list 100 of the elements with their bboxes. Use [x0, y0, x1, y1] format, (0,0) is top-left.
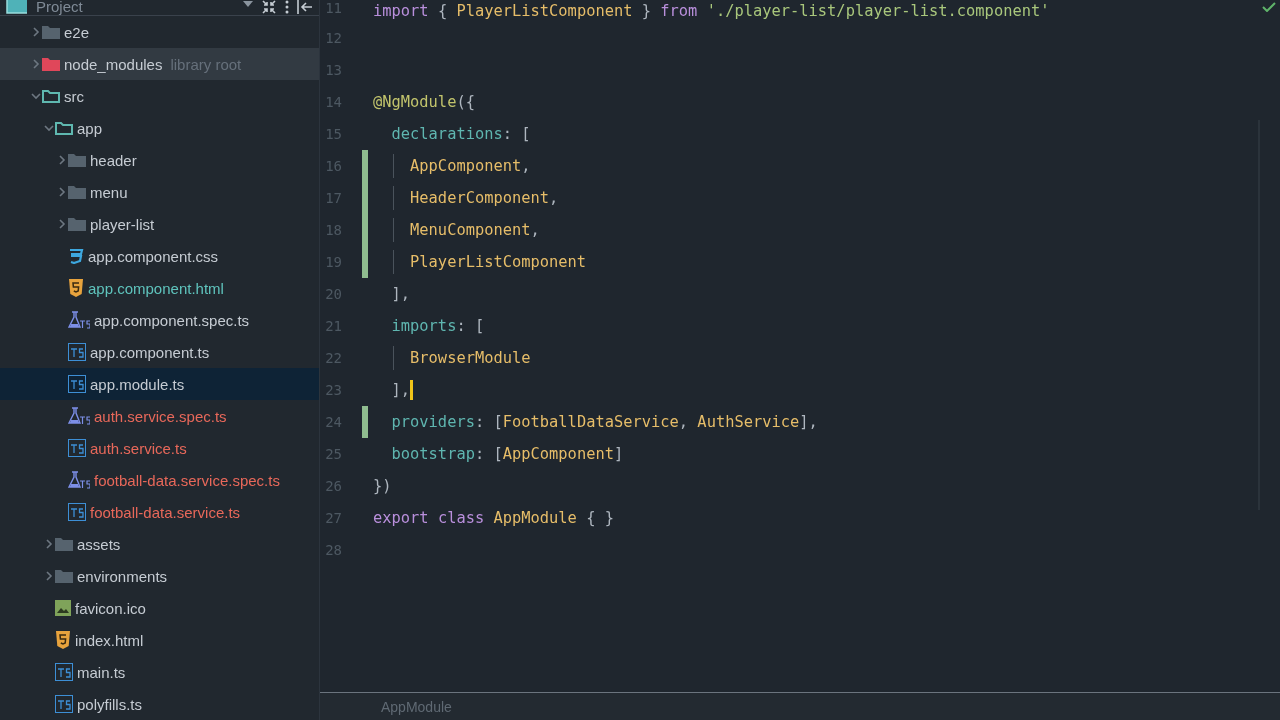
- chevron-right-icon[interactable]: [57, 219, 67, 229]
- code-token: AppModule: [492, 509, 577, 527]
- tree-item[interactable]: node_modules library root: [0, 48, 319, 80]
- item-label: football-data.service.spec.ts: [94, 471, 280, 489]
- code-token: ,: [521, 157, 531, 175]
- item-label: app.component.ts: [90, 343, 210, 361]
- code-token: ,: [530, 221, 540, 239]
- code-token: {: [436, 2, 449, 20]
- item-label: app: [77, 119, 103, 137]
- code-token: ({: [456, 93, 475, 111]
- code-token: ],: [390, 381, 411, 399]
- item-label: player-list: [90, 215, 155, 233]
- code-token: ]: [613, 445, 624, 463]
- test-file-icon: [68, 471, 90, 489]
- chevron-right-icon[interactable]: [44, 571, 54, 581]
- html-file-icon: [55, 631, 71, 649]
- item-label: polyfills.ts: [77, 695, 143, 713]
- chevron-down-icon[interactable]: [44, 123, 54, 133]
- tree-item[interactable]: app.component.spec.ts: [0, 304, 319, 336]
- code-token: PlayerListComponent: [409, 253, 587, 271]
- code-token: ],: [390, 285, 411, 303]
- tree-item[interactable]: polyfills.ts: [0, 688, 319, 720]
- html-file-icon: [68, 279, 84, 297]
- tree-item[interactable]: main.ts: [0, 656, 319, 688]
- tree-item[interactable]: e2e: [0, 16, 319, 48]
- ts-file-icon: [55, 695, 73, 713]
- item-label: app.component.css: [88, 247, 219, 265]
- tree-item[interactable]: app.component.html: [0, 272, 319, 304]
- folder-icon: [42, 89, 60, 103]
- chevron-down-icon[interactable]: [31, 91, 41, 101]
- tree-item[interactable]: auth.service.ts: [0, 432, 319, 464]
- item-label: app.component.spec.ts: [94, 311, 250, 329]
- item-label: main.ts: [77, 663, 126, 681]
- ts-file-icon: [68, 503, 86, 521]
- item-label: e2e: [64, 23, 90, 41]
- code-token: MenuComponent: [409, 221, 531, 239]
- item-label: index.html: [75, 631, 144, 649]
- code-token: ,: [678, 413, 690, 431]
- folder-icon: [68, 153, 86, 167]
- code-token: FootballDataService: [502, 413, 679, 431]
- code-token: }: [640, 2, 653, 20]
- code-token: class: [436, 509, 485, 527]
- item-label: environments: [77, 567, 168, 585]
- tree-item[interactable]: environments: [0, 560, 319, 592]
- code-token: AppComponent: [502, 445, 614, 463]
- code-token: @NgModule: [373, 93, 457, 111]
- tree-item[interactable]: menu: [0, 176, 319, 208]
- chevron-right-icon[interactable]: [44, 539, 54, 549]
- tree-item[interactable]: app.module.ts: [0, 368, 319, 400]
- code-token: ,: [549, 189, 559, 207]
- folder-icon: [68, 185, 86, 199]
- chevron-right-icon[interactable]: [57, 155, 67, 165]
- more-icon[interactable]: [285, 0, 289, 14]
- image-file-icon: [55, 600, 71, 616]
- code-token: imports: [390, 317, 457, 335]
- code-token: AuthService: [697, 413, 800, 431]
- code-token: : [: [502, 125, 531, 143]
- item-label: node_modules: [64, 55, 163, 73]
- collapse-icon[interactable]: [261, 0, 277, 14]
- hide-panel-icon[interactable]: [297, 0, 313, 14]
- folder-icon: [55, 569, 73, 583]
- tree-item[interactable]: src: [0, 80, 319, 112]
- tree-item[interactable]: app.component.css: [0, 240, 319, 272]
- item-label: favicon.ico: [75, 599, 146, 617]
- code-token: : [: [474, 413, 503, 431]
- tree-item[interactable]: player-list: [0, 208, 319, 240]
- chevron-right-icon[interactable]: [31, 27, 41, 37]
- code-token: : [: [474, 445, 503, 463]
- panel-title[interactable]: Project: [36, 0, 83, 14]
- ts-file-icon: [68, 439, 86, 457]
- item-label: app.component.html: [88, 279, 224, 297]
- code-token: export: [373, 509, 429, 527]
- chevron-right-icon[interactable]: [57, 187, 67, 197]
- code-token: import: [373, 2, 429, 20]
- tree-item[interactable]: assets: [0, 528, 319, 560]
- tree-item[interactable]: app.component.ts: [0, 336, 319, 368]
- code-token: './player-list/player-list.component': [705, 2, 1050, 20]
- item-label: app.module.ts: [90, 375, 185, 393]
- tree-item[interactable]: football-data.service.spec.ts: [0, 464, 319, 496]
- item-label: header: [90, 151, 137, 169]
- tree-item[interactable]: auth.service.spec.ts: [0, 400, 319, 432]
- tree-item[interactable]: header: [0, 144, 319, 176]
- tree-item[interactable]: app: [0, 112, 319, 144]
- code-token: from: [660, 2, 698, 20]
- test-file-icon: [68, 407, 90, 425]
- folder-icon: [55, 537, 73, 551]
- code-token: ],: [799, 413, 818, 431]
- chevron-right-icon[interactable]: [31, 59, 41, 69]
- panel-icon: [6, 0, 28, 14]
- folder-icon: [55, 121, 73, 135]
- test-file-icon: [68, 311, 90, 329]
- tree-item[interactable]: football-data.service.ts: [0, 496, 319, 528]
- code-token: PlayerListComponent: [456, 2, 633, 20]
- folder-icon: [42, 57, 60, 71]
- dropdown-caret-icon[interactable]: [243, 0, 253, 8]
- code-token: AppComponent: [409, 157, 522, 175]
- tree-item[interactable]: index.html: [0, 624, 319, 656]
- code-token: { }: [585, 509, 614, 527]
- ts-file-icon: [68, 375, 86, 393]
- tree-item[interactable]: favicon.ico: [0, 592, 319, 624]
